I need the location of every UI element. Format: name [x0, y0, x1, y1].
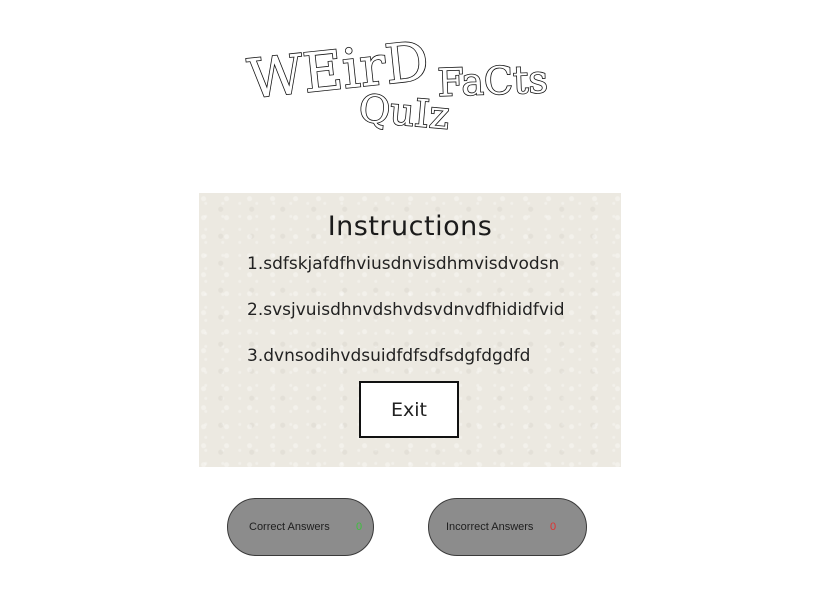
correct-answers-counter: Correct Answers 0 — [227, 498, 374, 556]
instruction-item: 2.svsjvuisdhnvdshvdsvdnvdfhididfvid — [247, 300, 565, 320]
instructions-title: Instructions — [327, 211, 493, 242]
logo-text-facts: FaCts — [437, 57, 549, 105]
instructions-panel: Instructions 1.sdfskjafdfhviusdnvisdhmvi… — [199, 193, 621, 467]
correct-answers-label: Correct Answers — [249, 521, 330, 533]
correct-answers-value: 0 — [356, 521, 363, 533]
exit-button[interactable]: Exit — [359, 381, 459, 438]
incorrect-answers-counter: Incorrect Answers 0 — [428, 498, 587, 556]
logo-artwork: WEirD QuIz FaCts — [244, 29, 549, 130]
incorrect-answers-label: Incorrect Answers — [446, 521, 534, 533]
instruction-item: 1.sdfskjafdfhviusdnvisdhmvisdvodsn — [247, 254, 560, 274]
incorrect-answers-value: 0 — [550, 521, 557, 533]
weird-facts-quiz-logo: WEirD QuIz FaCts — [240, 18, 570, 130]
instruction-item: 3.dvnsodihvdsuidfdfsdfsdgfdgdfd — [247, 346, 531, 366]
